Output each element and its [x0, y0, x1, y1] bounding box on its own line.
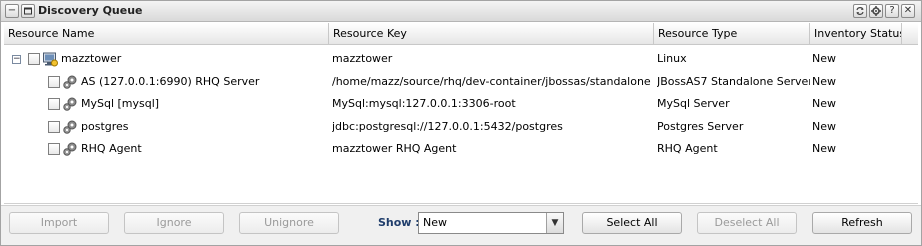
titlebar: − Discovery Queue ? ✕	[1, 1, 921, 22]
resource-name: MySql [mysql]	[81, 97, 160, 110]
resource-name: AS (127.0.0.1:6990) RHQ Server	[81, 75, 260, 88]
gears-icon	[62, 119, 78, 135]
grid-body: − mazztower mazztower Linux New AS (127.…	[4, 46, 918, 204]
gears-icon	[62, 74, 78, 90]
resource-type: JBossAS7 Standalone Server	[657, 75, 810, 88]
refresh-icon[interactable]	[853, 4, 867, 18]
refresh-button[interactable]: Refresh	[812, 212, 912, 234]
deselect-all-button[interactable]: Deselect All	[697, 212, 797, 234]
table-row[interactable]: MySql [mysql] MySql:mysql:127.0.0.1:3306…	[4, 93, 918, 115]
inventory-status: New	[812, 75, 836, 88]
row-checkbox[interactable]	[48, 121, 60, 133]
resource-key: mazztower RHQ Agent	[332, 142, 457, 155]
row-checkbox[interactable]	[28, 53, 40, 65]
resource-key: MySql:mysql:127.0.0.1:3306-root	[332, 97, 516, 110]
resource-key: mazztower	[332, 52, 393, 65]
help-icon[interactable]: ?	[885, 4, 899, 18]
resource-type: MySql Server	[657, 97, 730, 110]
table-row[interactable]: − mazztower mazztower Linux New	[4, 48, 918, 70]
show-filter-value: New	[423, 216, 447, 229]
bottom-toolbar: Import Ignore Unignore Show : New ▼ Sele…	[1, 205, 921, 245]
table-row[interactable]: postgres jdbc:postgresql://127.0.0.1:543…	[4, 116, 918, 138]
unignore-button[interactable]: Unignore	[239, 212, 339, 234]
select-all-button[interactable]: Select All	[582, 212, 682, 234]
resource-type: RHQ Agent	[657, 142, 718, 155]
grid-header: Resource Name Resource Key Resource Type…	[4, 23, 918, 45]
minimize-icon[interactable]: −	[5, 4, 19, 18]
resource-name: RHQ Agent	[81, 142, 142, 155]
column-header-resource-type[interactable]: Resource Type	[654, 23, 810, 45]
resource-key: jdbc:postgresql://127.0.0.1:5432/postgre…	[332, 120, 563, 133]
settings-icon[interactable]	[869, 4, 883, 18]
table-row[interactable]: AS (127.0.0.1:6990) RHQ Server /home/maz…	[4, 71, 918, 93]
resource-type: Postgres Server	[657, 120, 744, 133]
table-row[interactable]: RHQ Agent mazztower RHQ Agent RHQ Agent …	[4, 138, 918, 160]
server-icon	[42, 51, 58, 67]
inventory-status: New	[812, 120, 836, 133]
row-checkbox[interactable]	[48, 76, 60, 88]
close-icon[interactable]: ✕	[901, 4, 915, 18]
gears-icon	[62, 96, 78, 112]
ignore-button[interactable]: Ignore	[124, 212, 224, 234]
discovery-queue-portlet: − Discovery Queue ? ✕ Resource Name Reso…	[0, 0, 922, 246]
row-checkbox[interactable]	[48, 143, 60, 155]
chevron-down-icon[interactable]: ▼	[546, 213, 563, 233]
import-button[interactable]: Import	[9, 212, 109, 234]
resource-name: mazztower	[61, 52, 122, 65]
collapse-icon[interactable]: −	[12, 55, 21, 64]
inventory-status: New	[812, 52, 836, 65]
portlet-title: Discovery Queue	[38, 4, 143, 17]
resource-key: /home/mazz/source/rhq/dev-container/jbos…	[332, 75, 651, 88]
show-label: Show :	[378, 216, 420, 229]
column-header-resource-name[interactable]: Resource Name	[4, 23, 329, 45]
resource-type: Linux	[657, 52, 687, 65]
show-filter-select[interactable]: New ▼	[418, 212, 564, 234]
resource-name: postgres	[81, 120, 129, 133]
maximize-icon[interactable]	[21, 4, 35, 18]
inventory-status: New	[812, 142, 836, 155]
column-header-inventory-status[interactable]: Inventory Status	[810, 23, 902, 45]
column-header-resource-key[interactable]: Resource Key	[329, 23, 654, 45]
row-checkbox[interactable]	[48, 98, 60, 110]
gears-icon	[62, 141, 78, 157]
inventory-status: New	[812, 97, 836, 110]
